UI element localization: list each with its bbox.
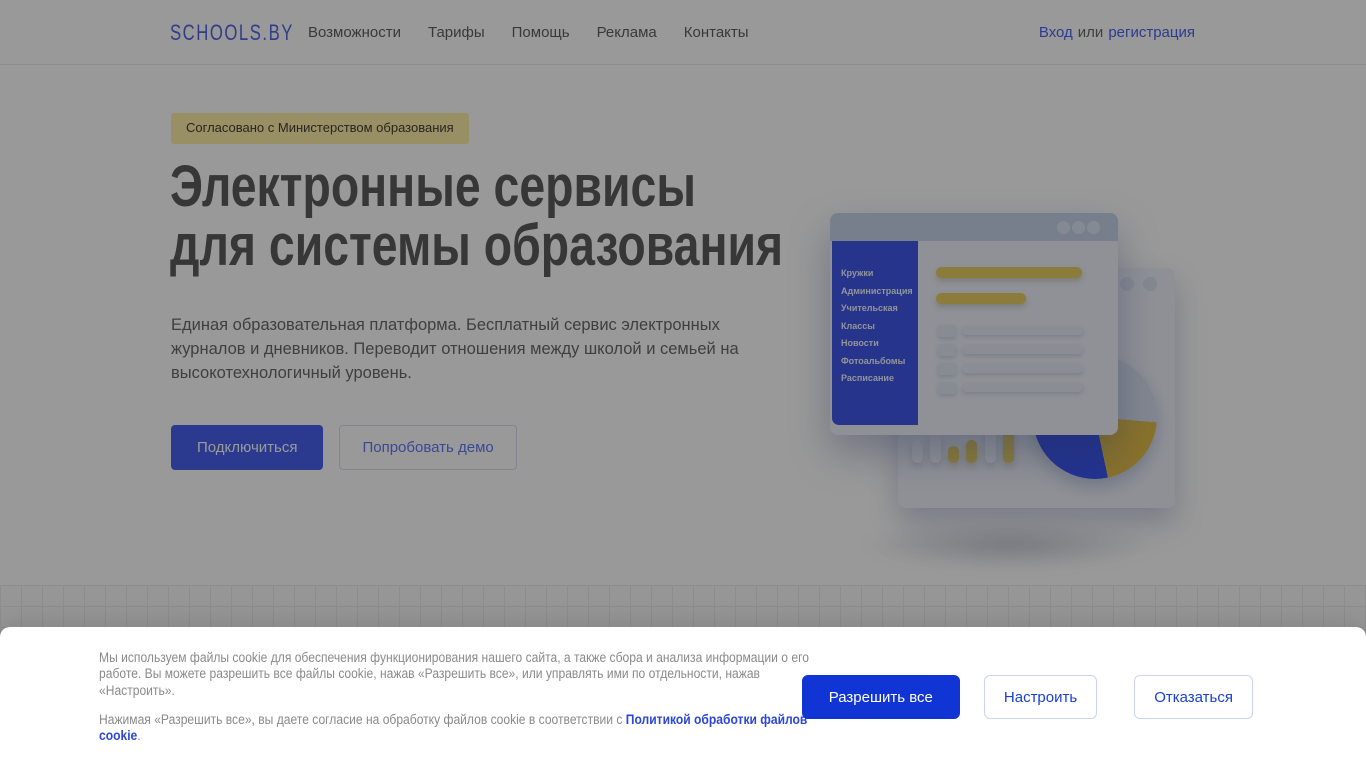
decline-cookies-button[interactable]: Отказаться: [1134, 675, 1253, 719]
allow-all-cookies-button[interactable]: Разрешить все: [801, 675, 960, 719]
cookie-paragraph-2: Нажимая «Разрешить все», вы даете соглас…: [99, 712, 815, 745]
cookie-banner: Мы используем файлы cookie для обеспечен…: [0, 627, 1366, 768]
cookie-text: Мы используем файлы cookie для обеспечен…: [99, 650, 815, 744]
cookie-paragraph-2-suffix: .: [137, 728, 141, 744]
cookie-paragraph-1: Мы используем файлы cookie для обеспечен…: [99, 650, 809, 698]
cookie-buttons: Разрешить все Настроить Отказаться: [801, 675, 1253, 719]
configure-cookies-button[interactable]: Настроить: [983, 675, 1098, 719]
page: SCHOOLS.BY Возможности Тарифы Помощь Рек…: [0, 0, 1366, 768]
cookie-paragraph-2-prefix: Нажимая «Разрешить все», вы даете соглас…: [99, 711, 626, 727]
